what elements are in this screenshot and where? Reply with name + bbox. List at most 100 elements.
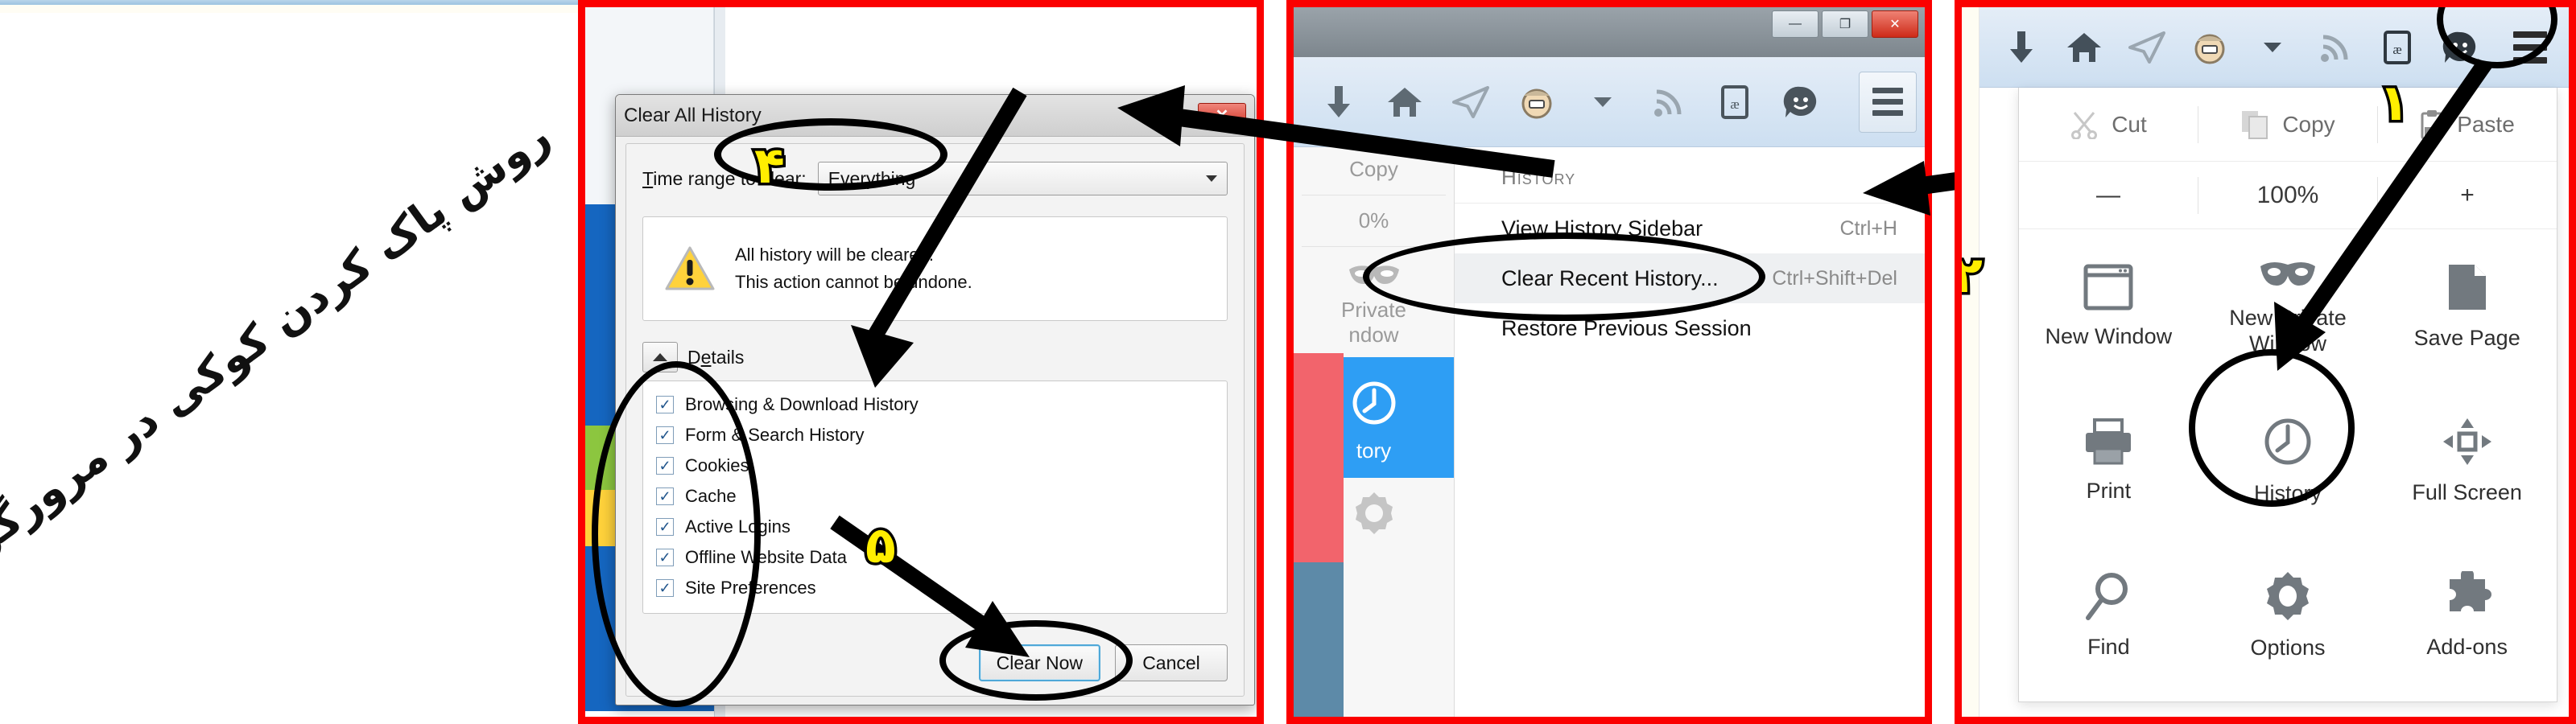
gear-icon xyxy=(2266,571,2309,620)
close-icon[interactable]: ✕ xyxy=(1198,102,1246,129)
chevron-down-icon[interactable] xyxy=(1580,80,1625,125)
time-range-select[interactable]: Everything xyxy=(817,162,1228,195)
history-menu-item[interactable]: View History Sidebar Ctrl+H xyxy=(1455,204,1925,253)
label: Find xyxy=(2087,634,2130,659)
persona-face-icon[interactable] xyxy=(2189,25,2231,70)
checkbox-icon[interactable]: ✓ xyxy=(656,549,674,566)
menu-item-shortcut: Ctrl+H xyxy=(1839,216,1897,240)
details-label: Details xyxy=(687,346,745,368)
zoom-level-value[interactable]: 100% xyxy=(2198,182,2377,209)
persona-face-icon[interactable] xyxy=(1514,80,1559,125)
copy-label: Copy xyxy=(2282,111,2335,137)
checkbox-row[interactable]: ✓ Form & Search History xyxy=(656,420,1214,450)
menu-item-new-private-window[interactable]: New Private Window xyxy=(2198,229,2378,384)
paste-button[interactable]: Paste xyxy=(2378,109,2557,140)
menu-item-history[interactable]: History xyxy=(2198,384,2378,538)
time-range-value: Everything xyxy=(828,167,916,189)
dialog-title: Clear All History xyxy=(624,104,762,126)
home-icon[interactable] xyxy=(2063,25,2105,70)
checkbox-row[interactable]: ✓ Browsing & Download History xyxy=(656,389,1214,420)
browser-toolbar: æ xyxy=(1294,57,1925,147)
clipboard-row: Cut Copy Paste xyxy=(2019,88,2557,162)
download-icon[interactable] xyxy=(1316,80,1361,125)
menu-item-find[interactable]: Find xyxy=(2019,538,2198,693)
page-icon xyxy=(2448,264,2486,310)
hamburger-menu-icon[interactable] xyxy=(2502,19,2557,76)
checkbox-icon[interactable]: ✓ xyxy=(656,518,674,536)
checkbox-row[interactable]: ✓ Cookies xyxy=(656,450,1214,481)
time-range-label: Time range to clear: xyxy=(642,167,807,189)
warning-line-1: All history will be cleared. xyxy=(735,244,934,265)
history-menu-item[interactable]: Restore Previous Session xyxy=(1455,303,1925,353)
menu-divider xyxy=(1302,246,1446,247)
menu-item-bookmarks[interactable] xyxy=(2198,693,2378,717)
minimize-icon[interactable]: — xyxy=(1772,10,1818,38)
reader-view-icon[interactable]: æ xyxy=(2377,25,2419,70)
menu-item-options[interactable]: Options xyxy=(2198,538,2378,693)
feedback-smiley-icon[interactable] xyxy=(2439,25,2481,70)
dialog-body: Time range to clear: Everything All hist… xyxy=(625,143,1245,697)
hamburger-menu-icon[interactable] xyxy=(1859,71,1917,133)
warning-line-2: This action cannot be undone. xyxy=(735,272,972,292)
checkbox-icon[interactable]: ✓ xyxy=(656,457,674,475)
checkbox-row[interactable]: ✓ Active Logins xyxy=(656,512,1214,542)
restore-icon[interactable]: ❐ xyxy=(1822,10,1868,38)
cancel-button[interactable]: Cancel xyxy=(1115,644,1228,681)
close-icon[interactable]: ✕ xyxy=(1872,10,1918,38)
label: Save Page xyxy=(2413,325,2520,350)
menu-zoom-label[interactable]: 0% xyxy=(1294,199,1454,243)
menu-item-full-screen[interactable]: Full Screen xyxy=(2377,384,2557,538)
share-paperplane-icon[interactable] xyxy=(1448,80,1493,125)
menu-item-library[interactable] xyxy=(2377,693,2557,717)
zoom-in-button[interactable]: + xyxy=(2378,182,2557,209)
rss-feed-icon[interactable] xyxy=(1646,80,1691,125)
checkbox-row[interactable]: ✓ Site Preferences xyxy=(656,573,1214,603)
printer-icon xyxy=(2086,418,2132,465)
checkbox-label: Cache xyxy=(685,486,737,506)
warning-triangle-icon xyxy=(665,246,715,290)
label: New Private Window xyxy=(2229,305,2347,356)
checkbox-label: Active Logins xyxy=(685,516,791,537)
chevron-up-icon[interactable] xyxy=(642,342,678,372)
menu-item-print[interactable]: Print xyxy=(2019,384,2198,538)
mask-icon xyxy=(2260,261,2315,286)
page-top-accent-line-2 xyxy=(0,5,578,13)
svg-text:æ: æ xyxy=(2393,42,2402,57)
feedback-smiley-icon[interactable] xyxy=(1778,80,1823,125)
zoom-out-button[interactable]: — xyxy=(2019,182,2198,209)
menu-item-developer[interactable] xyxy=(2019,693,2198,717)
share-paperplane-icon[interactable] xyxy=(2126,25,2168,70)
download-icon[interactable] xyxy=(2000,25,2042,70)
home-icon[interactable] xyxy=(1382,80,1427,125)
checkbox-icon[interactable]: ✓ xyxy=(656,579,674,597)
menu-private-window-item[interactable]: Private ndow xyxy=(1294,250,1454,357)
label: New Window xyxy=(2045,323,2173,348)
menu-item-label: Restore Previous Session xyxy=(1501,315,1752,340)
scissors-icon xyxy=(2071,111,2098,139)
copy-button[interactable]: Copy xyxy=(2198,109,2377,140)
checkbox-icon[interactable]: ✓ xyxy=(656,396,674,413)
browser-titlebar: — ❐ ✕ xyxy=(1294,7,1925,57)
rss-feed-icon[interactable] xyxy=(2314,25,2356,70)
dialog-titlebar: Clear All History ✕ xyxy=(616,95,1254,137)
clear-now-button[interactable]: Clear Now xyxy=(978,644,1100,681)
panel1-accent-green xyxy=(585,426,617,498)
cut-button[interactable]: Cut xyxy=(2019,110,2198,139)
time-range-row: Time range to clear: Everything xyxy=(642,162,1228,195)
menu-copy-label[interactable]: Copy xyxy=(1294,147,1454,191)
menu-item-save-page[interactable]: Save Page xyxy=(2377,229,2557,384)
checkbox-row[interactable]: ✓ Cache xyxy=(656,481,1214,512)
checkbox-icon[interactable]: ✓ xyxy=(656,487,674,505)
menu-item-label: View History Sidebar xyxy=(1501,216,1703,241)
menu-item-new-window[interactable]: New Window xyxy=(2019,229,2198,384)
history-menu-item[interactable]: Clear Recent History... Ctrl+Shift+Del xyxy=(1455,253,1925,303)
menu-item-shortcut: Ctrl+Shift+Del xyxy=(1772,266,1897,290)
menu-item-add-ons[interactable]: Add-ons xyxy=(2377,538,2557,693)
checkbox-icon[interactable]: ✓ xyxy=(656,426,674,444)
reader-view-icon[interactable]: æ xyxy=(1712,80,1757,125)
details-toggle-row[interactable]: Details xyxy=(642,342,1228,372)
checkbox-row[interactable]: ✓ Offline Website Data xyxy=(656,542,1214,573)
copy-icon xyxy=(2242,110,2268,139)
chevron-down-icon[interactable] xyxy=(2252,25,2293,70)
panel-clear-all-history: Clear All History ✕ Time range to clear:… xyxy=(578,0,1264,724)
